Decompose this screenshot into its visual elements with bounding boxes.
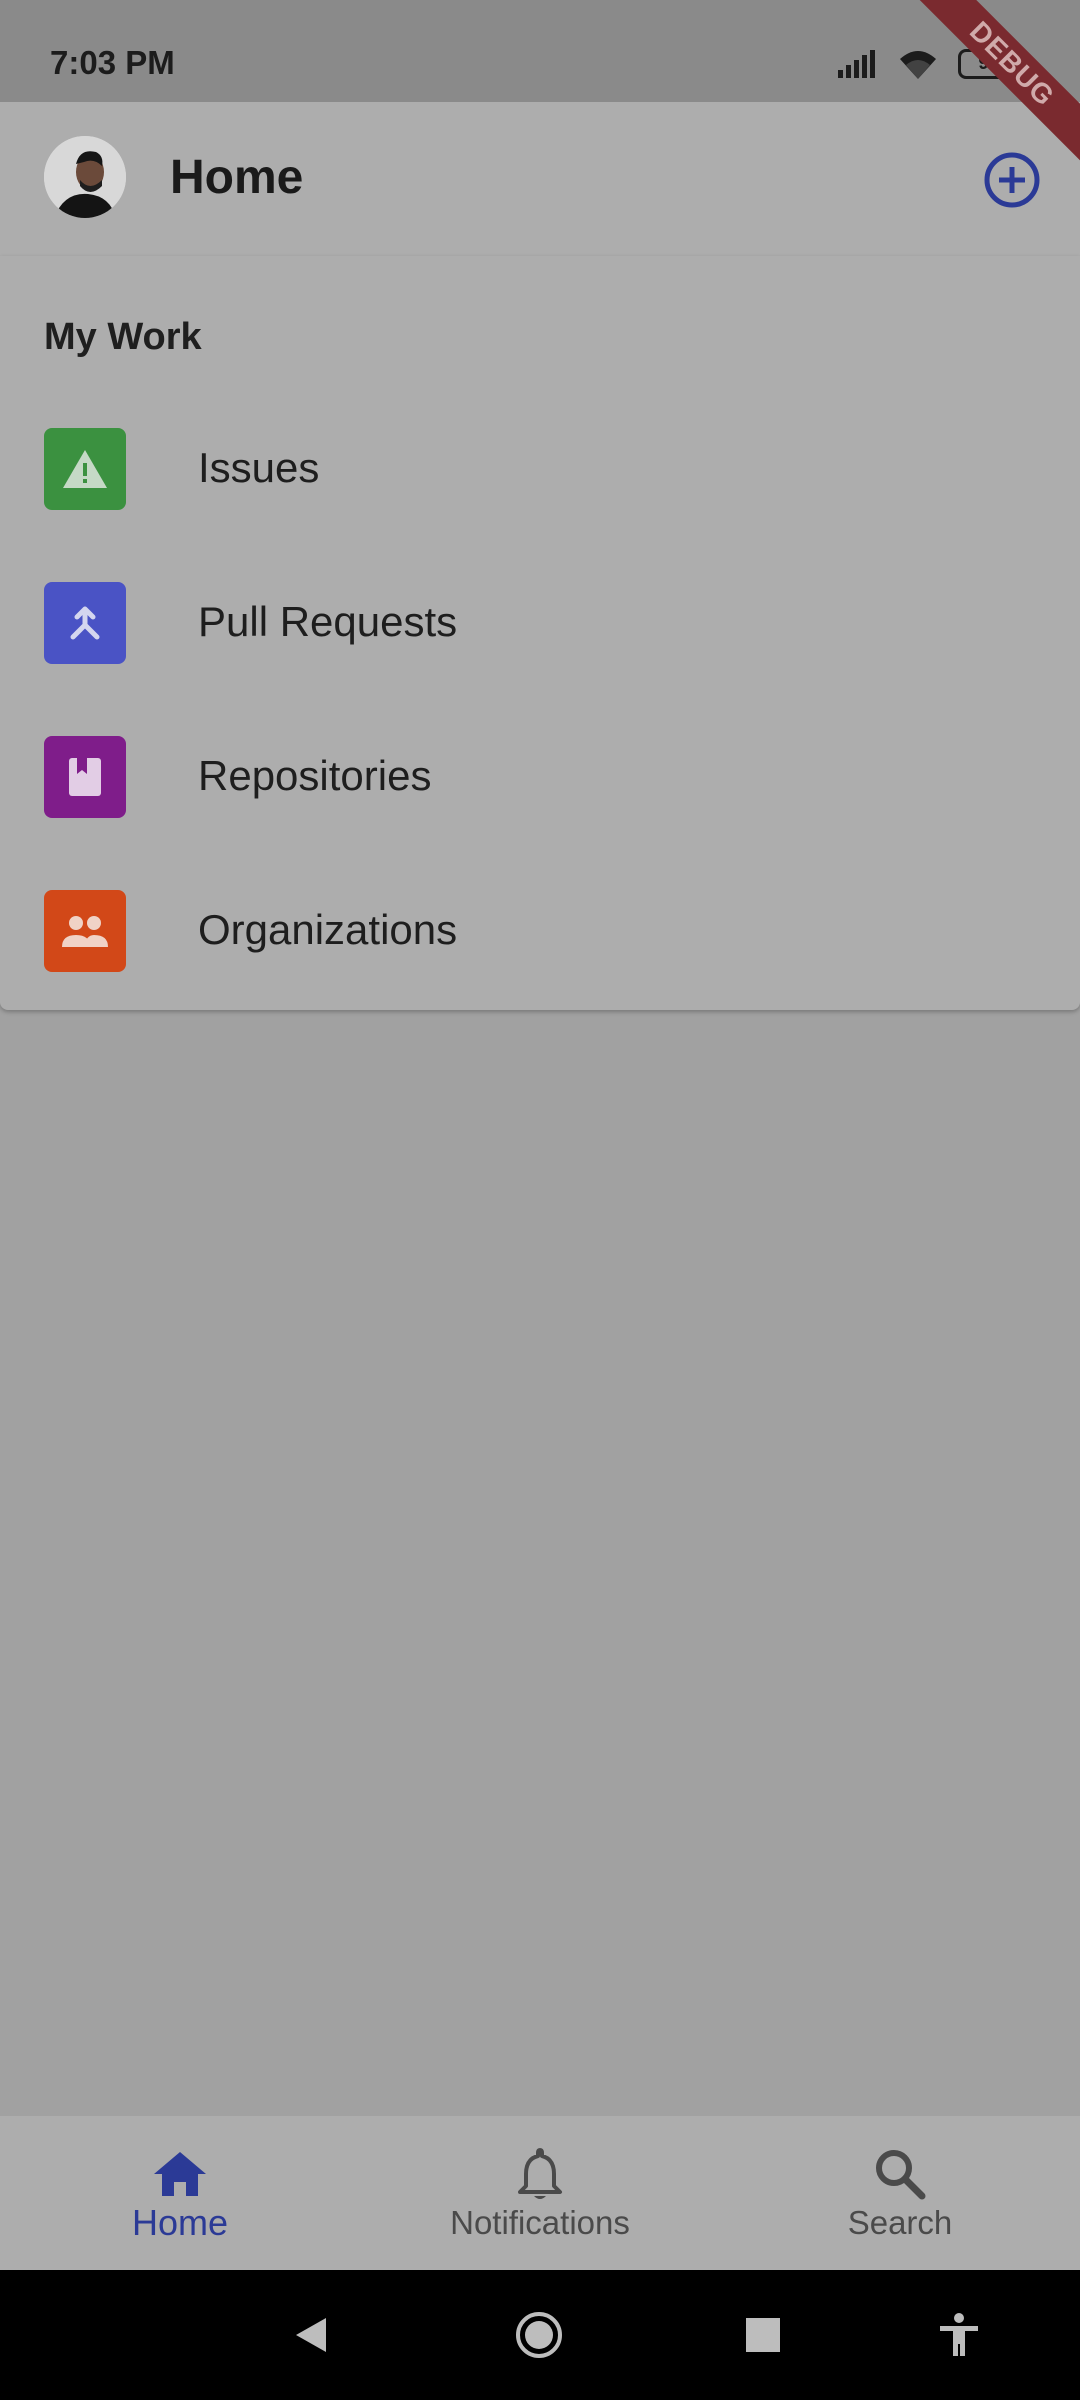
recents-icon[interactable] xyxy=(738,2310,788,2360)
bell-icon xyxy=(518,2148,562,2199)
menu-item-issues[interactable]: Issues xyxy=(0,394,1080,544)
menu-item-organizations[interactable]: Organizations xyxy=(0,856,1080,1006)
pull-requests-icon-tile xyxy=(44,582,126,664)
issues-icon-tile xyxy=(44,428,126,510)
menu-label-pull-requests: Pull Requests xyxy=(198,598,458,645)
accessibility-icon[interactable] xyxy=(934,2310,984,2360)
section-title: My Work xyxy=(44,316,202,358)
merge-icon xyxy=(70,606,100,640)
menu-item-pull-requests[interactable]: Pull Requests xyxy=(0,548,1080,698)
user-avatar[interactable] xyxy=(44,136,126,218)
app-bar: Home xyxy=(0,102,1080,256)
repositories-icon-tile xyxy=(44,736,126,818)
status-time: 7:03 PM xyxy=(50,44,175,81)
nav-label-notifications: Notifications xyxy=(450,2204,630,2241)
home-circle-icon[interactable] xyxy=(514,2310,564,2360)
menu-label-issues: Issues xyxy=(198,444,320,491)
book-icon xyxy=(69,758,101,796)
menu-label-organizations: Organizations xyxy=(198,906,458,953)
home-icon xyxy=(154,2152,206,2196)
search-icon xyxy=(876,2150,926,2200)
organizations-icon-tile xyxy=(44,890,126,972)
menu-item-repositories[interactable]: Repositories xyxy=(0,702,1080,852)
system-navigation-bar xyxy=(0,2270,1080,2400)
nav-item-home[interactable]: Home xyxy=(0,2116,360,2270)
people-icon xyxy=(62,916,108,947)
menu-label-repositories: Repositories xyxy=(198,752,432,799)
page-title: Home xyxy=(170,151,304,204)
add-circle-icon[interactable] xyxy=(982,150,1042,210)
nav-label-home: Home xyxy=(131,2202,229,2243)
signal-icon xyxy=(838,50,875,78)
warning-icon xyxy=(63,450,107,488)
avatar-image xyxy=(44,136,126,218)
nav-item-notifications[interactable]: Notifications xyxy=(360,2116,720,2270)
bottom-navigation: Home Notifications Search xyxy=(0,2116,1080,2270)
wifi-icon xyxy=(900,51,936,79)
status-bar: 7:03 PM 96 xyxy=(0,0,1080,102)
nav-label-search: Search xyxy=(847,2204,953,2241)
my-work-card: My Work Issues Pull Requests Repositorie… xyxy=(0,256,1080,1010)
back-icon[interactable] xyxy=(288,2310,338,2360)
nav-item-search[interactable]: Search xyxy=(720,2116,1080,2270)
